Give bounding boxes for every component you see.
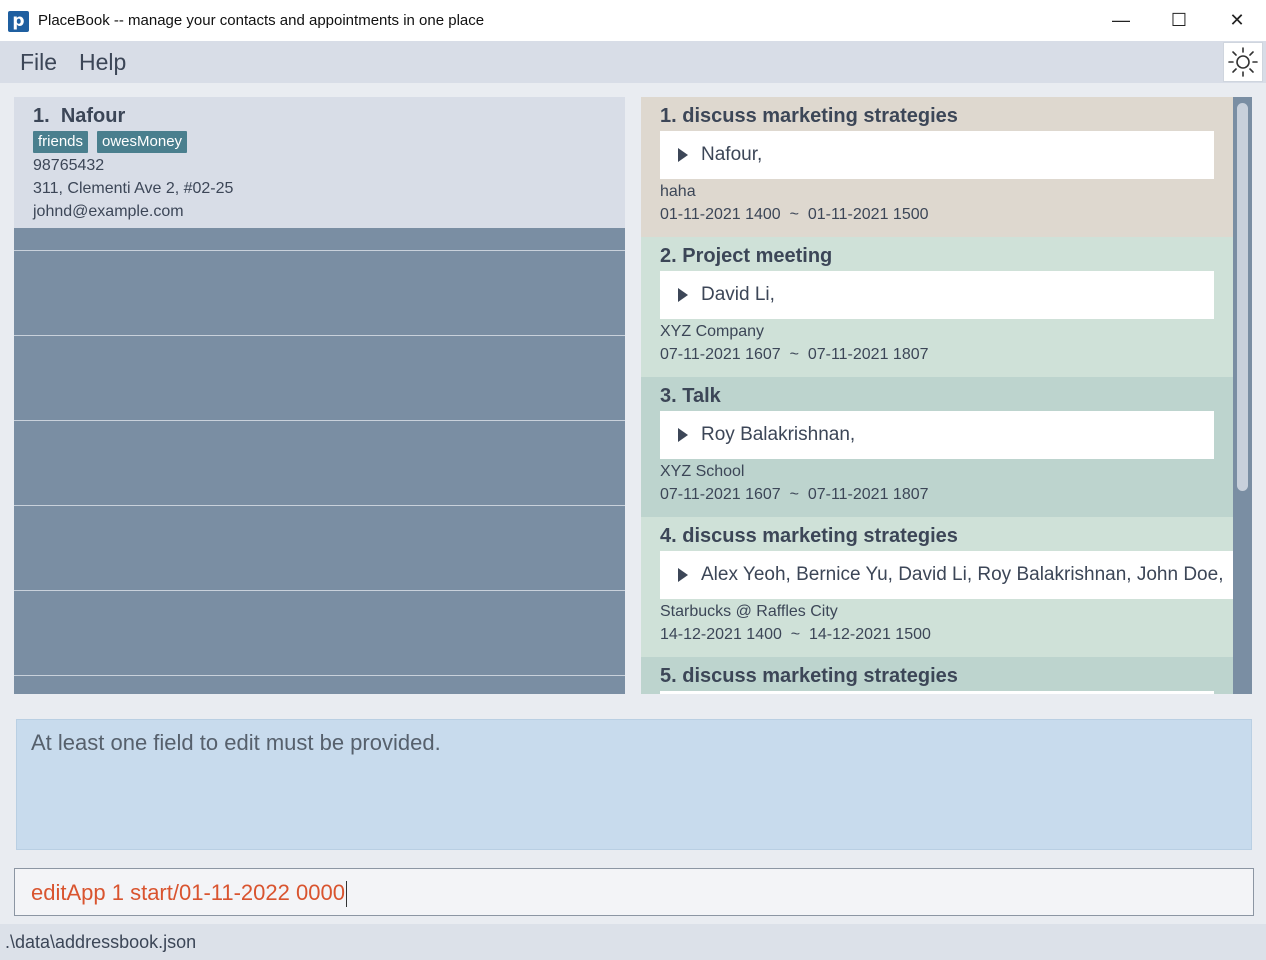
attendee-dropdown[interactable] — [660, 691, 1214, 694]
appointment-time: 14-12-2021 1400 ~ 14-12-2021 1500 — [660, 626, 931, 643]
close-button[interactable]: ✕ — [1208, 0, 1266, 41]
attendee-dropdown[interactable]: David Li, — [660, 271, 1214, 319]
appointment-time: 07-11-2021 1607 ~ 07-11-2021 1807 — [660, 346, 929, 363]
appointment-card[interactable]: 4. discuss marketing strategies Alex Yeo… — [641, 517, 1233, 657]
save-file-path: .\data\addressbook.json — [5, 932, 197, 952]
tag-owesmoney: owesMoney — [97, 131, 188, 153]
appointment-card[interactable]: 2. Project meeting David Li, XYZ Company… — [641, 237, 1233, 377]
theme-toggle-button[interactable] — [1223, 42, 1263, 82]
expand-arrow-icon — [678, 148, 688, 162]
attendee-names: Alex Yeoh, Bernice Yu, David Li, Roy Bal… — [701, 564, 1224, 585]
tag-friends: friends — [33, 131, 89, 153]
appointment-title: 3. Talk — [660, 385, 721, 407]
attendee-names: David Li, — [701, 284, 775, 305]
appointment-scrollbar[interactable] — [1233, 97, 1252, 694]
appointment-location: haha — [660, 183, 696, 200]
command-input[interactable]: editApp 1 start/01-11-2022 0000 — [14, 868, 1254, 916]
maximize-button[interactable]: ☐ — [1150, 0, 1208, 41]
attendee-dropdown[interactable]: Roy Balakrishnan, — [660, 411, 1214, 459]
expand-arrow-icon — [678, 568, 688, 582]
appointment-card[interactable]: 3. Talk Roy Balakrishnan, XYZ School 07-… — [641, 377, 1233, 517]
person-list[interactable]: 1. Nafour friends owesMoney 98765432 311… — [14, 97, 625, 694]
maximize-icon: ☐ — [1170, 10, 1188, 30]
minimize-icon: — — [1112, 10, 1130, 30]
attendee-names: Roy Balakrishnan, — [701, 424, 856, 445]
status-bar: .\data\addressbook.json — [0, 924, 1266, 960]
attendee-dropdown[interactable]: Nafour, — [660, 131, 1214, 179]
menu-bar: File Help — [0, 41, 1266, 83]
empty-list-row — [14, 675, 625, 694]
text-caret — [345, 881, 347, 908]
app-icon: p — [8, 11, 29, 32]
appointment-title: 4. discuss marketing strategies — [660, 525, 958, 547]
expand-arrow-icon — [678, 428, 688, 442]
empty-list-row — [14, 335, 625, 420]
person-phone: 98765432 — [33, 157, 105, 174]
empty-list-row — [14, 250, 625, 335]
person-card[interactable]: 1. Nafour friends owesMoney 98765432 311… — [14, 97, 625, 228]
window-title: PlaceBook -- manage your contacts and ap… — [38, 12, 485, 29]
attendee-dropdown[interactable]: Alex Yeoh, Bernice Yu, David Li, Roy Bal… — [660, 551, 1233, 599]
appointment-time: 07-11-2021 1607 ~ 07-11-2021 1807 — [660, 486, 929, 503]
command-text: editApp 1 start/01-11-2022 0000 — [31, 880, 345, 905]
person-email: johnd@example.com — [33, 203, 184, 220]
sun-icon — [1228, 47, 1258, 77]
appointment-title: 5. discuss marketing strategies — [660, 665, 958, 687]
person-address: 311, Clementi Ave 2, #02-25 — [33, 180, 234, 197]
person-index: 1. — [33, 105, 50, 127]
minimize-button[interactable]: — — [1092, 0, 1150, 41]
appointment-card[interactable]: 5. discuss marketing strategies — [641, 657, 1233, 694]
appointment-list[interactable]: 1. discuss marketing strategies Nafour, … — [641, 97, 1233, 694]
appointment-title: 1. discuss marketing strategies — [660, 105, 958, 127]
appointment-title: 2. Project meeting — [660, 245, 833, 267]
command-text-wrap: editApp 1 start/01-11-2022 0000 — [31, 880, 347, 908]
appointment-card[interactable]: 1. discuss marketing strategies Nafour, … — [641, 97, 1233, 237]
scrollbar-thumb[interactable] — [1237, 103, 1248, 491]
result-message: At least one field to edit must be provi… — [31, 730, 441, 755]
appointment-location: XYZ Company — [660, 323, 765, 340]
empty-list-row — [14, 505, 625, 590]
appointment-location: XYZ School — [660, 463, 745, 480]
appointment-location: Starbucks @ Raffles City — [660, 603, 838, 620]
empty-list-row — [14, 590, 625, 675]
appointment-time: 01-11-2021 1400 ~ 01-11-2021 1500 — [660, 206, 929, 223]
menu-file[interactable]: File — [20, 49, 57, 76]
empty-list-row — [14, 420, 625, 505]
expand-arrow-icon — [678, 288, 688, 302]
title-bar: p PlaceBook -- manage your contacts and … — [0, 0, 1266, 42]
person-name: 1. Nafour — [33, 105, 125, 128]
person-name-text: Nafour — [60, 105, 126, 127]
close-icon: ✕ — [1229, 10, 1245, 30]
result-display: At least one field to edit must be provi… — [16, 719, 1252, 850]
menu-help[interactable]: Help — [79, 49, 126, 76]
attendee-names: Nafour, — [701, 144, 763, 165]
